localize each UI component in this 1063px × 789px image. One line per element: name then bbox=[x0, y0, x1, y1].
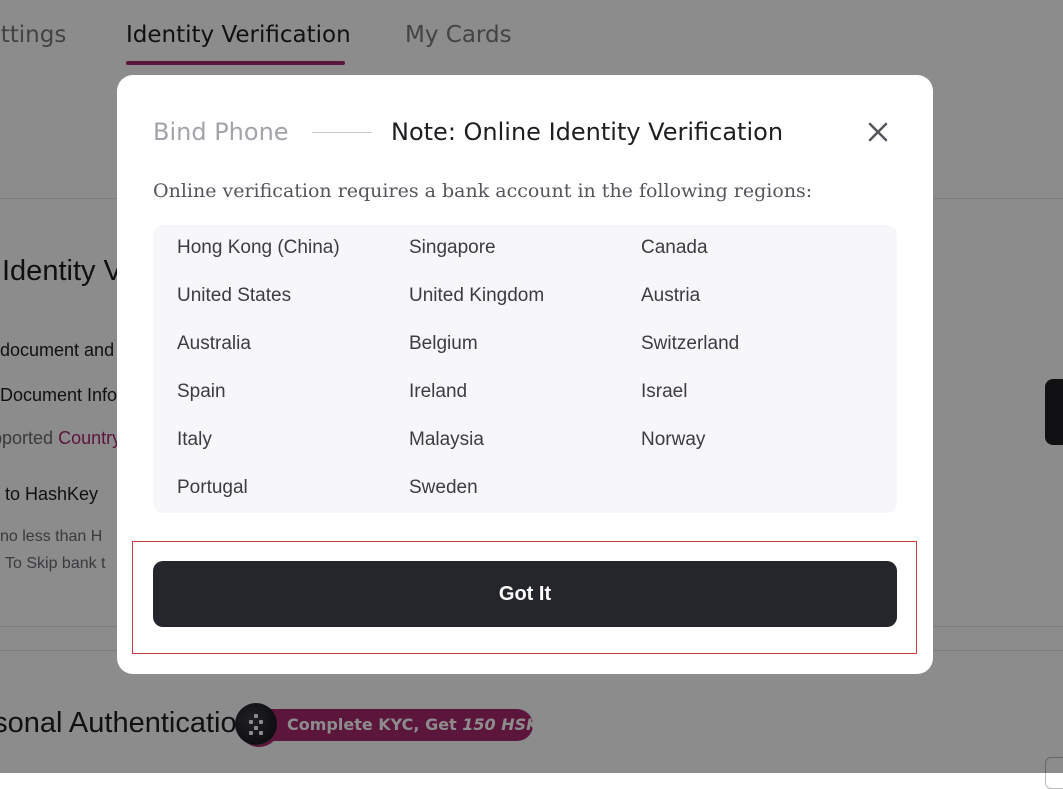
region-item: Spain bbox=[177, 381, 226, 402]
region-item: Austria bbox=[641, 285, 701, 306]
modal-title: Note: Online Identity Verification bbox=[391, 118, 784, 146]
region-item: Singapore bbox=[409, 237, 496, 258]
region-item: Italy bbox=[177, 429, 212, 450]
step-bind-phone: Bind Phone bbox=[153, 118, 289, 146]
region-item: Switzerland bbox=[641, 333, 740, 354]
region-item: Malaysia bbox=[409, 429, 484, 450]
region-item: Ireland bbox=[409, 381, 468, 402]
region-item: Sweden bbox=[409, 477, 478, 498]
got-it-button[interactable]: Got It bbox=[153, 561, 897, 627]
modal-description: Online verification requires a bank acco… bbox=[153, 180, 813, 202]
step-connector bbox=[312, 132, 372, 133]
regions-list: Hong Kong (China) Singapore Canada Unite… bbox=[153, 225, 897, 513]
region-item: Canada bbox=[641, 237, 708, 258]
close-button[interactable] bbox=[863, 117, 893, 147]
region-item: Belgium bbox=[409, 333, 478, 354]
region-item: Norway bbox=[641, 429, 706, 450]
region-item: Hong Kong (China) bbox=[177, 237, 340, 258]
region-item: Israel bbox=[641, 381, 688, 402]
close-icon bbox=[868, 122, 888, 142]
verification-note-modal: Bind Phone Note: Online Identity Verific… bbox=[117, 75, 933, 674]
region-item: United States bbox=[177, 285, 292, 306]
region-item: United Kingdom bbox=[409, 285, 545, 306]
region-item: Portugal bbox=[177, 477, 248, 498]
region-item: Australia bbox=[177, 333, 251, 354]
